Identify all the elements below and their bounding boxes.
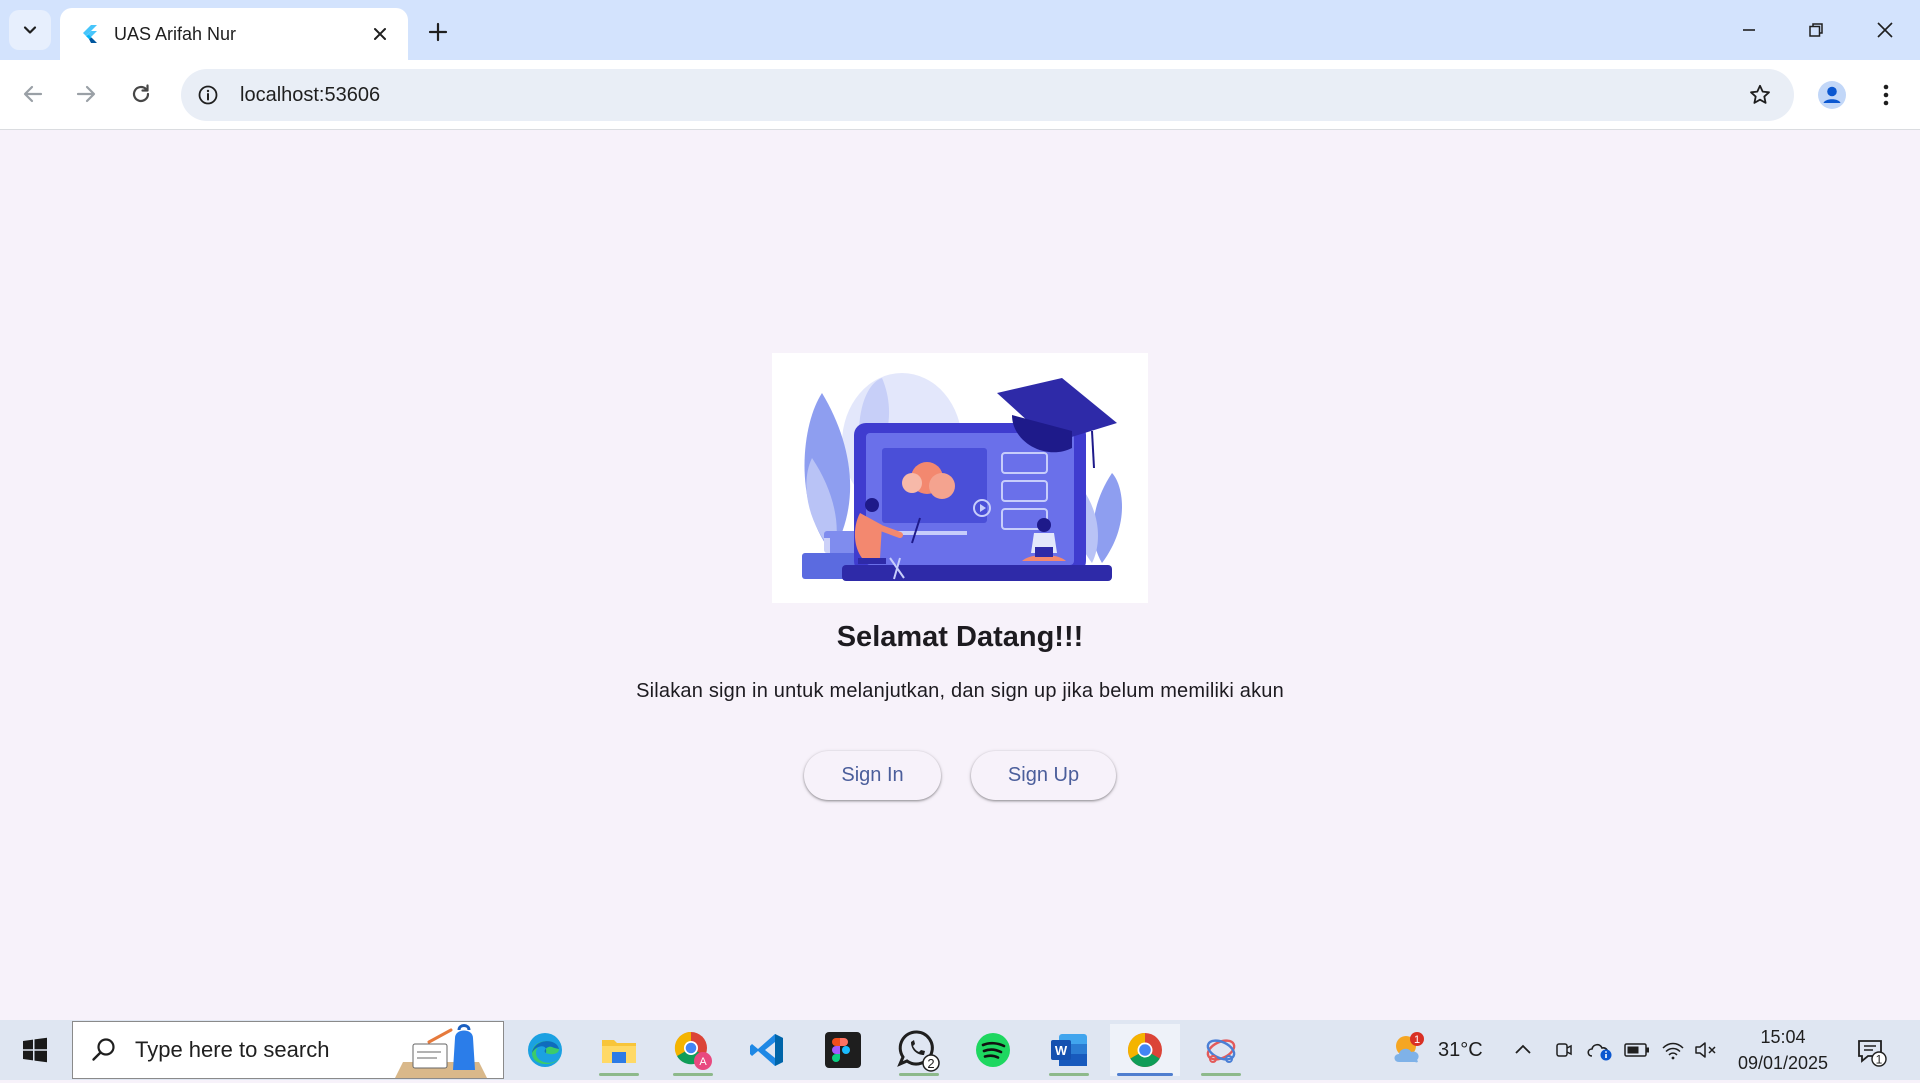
reload-icon — [132, 84, 150, 103]
back-button[interactable] — [13, 74, 53, 114]
notification-center-button[interactable]: 1 — [1852, 1032, 1892, 1072]
notification-icon: 1 — [1858, 1040, 1887, 1067]
bookmark-button[interactable] — [1740, 75, 1780, 115]
taskbar-word[interactable]: W — [1034, 1024, 1104, 1076]
svg-text:1: 1 — [1414, 1034, 1420, 1046]
close-icon — [1877, 22, 1893, 38]
taskbar-vscode[interactable] — [732, 1024, 802, 1076]
person-icon — [1818, 81, 1846, 109]
meet-now-button[interactable] — [1554, 1020, 1574, 1080]
chrome-icon — [1128, 1033, 1162, 1067]
tab-close-button[interactable] — [366, 20, 394, 48]
whatsapp-icon: 2 — [897, 1030, 940, 1072]
browser-menu-button[interactable] — [1866, 75, 1906, 115]
flutter-icon — [78, 23, 100, 45]
battery-icon — [1624, 1043, 1649, 1057]
restore-button[interactable] — [1786, 8, 1846, 52]
clock-date: 09/01/2025 — [1737, 1053, 1829, 1073]
taskbar-whatsapp[interactable]: 2 — [884, 1024, 954, 1076]
weather-widget[interactable]: 1 31°C — [1388, 1020, 1483, 1080]
star-icon — [1750, 84, 1770, 104]
taskbar-search-placeholder: Type here to search — [135, 1037, 330, 1062]
profile-button[interactable] — [1812, 75, 1852, 115]
welcome-subtitle: Silakan sign in untuk melanjutkan, dan s… — [636, 680, 1284, 702]
weather-temperature: 31°C — [1438, 1038, 1483, 1061]
taskbar-file-explorer[interactable] — [584, 1024, 654, 1076]
taskbar-chrome[interactable] — [1110, 1024, 1180, 1076]
minimize-button[interactable] — [1719, 8, 1779, 52]
online-learning-illustration — [802, 373, 1122, 581]
taskbar-clock[interactable]: 15:04 09/01/2025 — [1722, 1024, 1844, 1076]
plus-icon — [428, 22, 448, 42]
clock-time: 15:04 — [1760, 1027, 1806, 1047]
taskbar-search-box[interactable]: Type here to search — [72, 1021, 504, 1079]
search-highlight-icon — [383, 1022, 503, 1078]
reload-button[interactable] — [121, 74, 161, 114]
folder-icon — [602, 1040, 636, 1063]
minimize-icon — [1743, 29, 1755, 31]
onedrive-button[interactable] — [1586, 1020, 1614, 1080]
word-icon: W — [1051, 1034, 1087, 1066]
tab-title: UAS Arifah Nur — [114, 23, 237, 44]
chevron-down-icon — [23, 26, 37, 34]
welcome-title: Selamat Datang!!! — [836, 621, 1084, 653]
start-button[interactable] — [10, 1030, 60, 1070]
arrow-right-icon — [76, 85, 96, 103]
new-tab-button[interactable] — [420, 14, 456, 50]
arrow-left-icon — [23, 85, 43, 103]
snip-icon — [1206, 1039, 1236, 1063]
hero-illustration — [772, 353, 1148, 603]
chrome-profile-icon: A — [674, 1031, 712, 1070]
tab-strip: UAS Arifah Nur — [0, 0, 1920, 60]
camera-icon — [1556, 1043, 1572, 1057]
close-icon — [374, 28, 386, 40]
tab-search-button[interactable] — [9, 10, 51, 50]
windows-taskbar: Type here to search A 2 W 1 31°C 15:04 0… — [0, 1020, 1920, 1080]
close-window-button[interactable] — [1855, 8, 1915, 52]
taskbar-spotify[interactable] — [958, 1024, 1028, 1076]
battery-button[interactable] — [1624, 1020, 1650, 1080]
taskbar-chrome-profile[interactable]: A — [658, 1024, 728, 1076]
address-bar[interactable]: localhost:53606 — [181, 69, 1794, 121]
show-hidden-icons-button[interactable] — [1512, 1020, 1534, 1080]
forward-button[interactable] — [66, 74, 106, 114]
svg-text:2: 2 — [927, 1056, 934, 1071]
svg-text:A: A — [699, 1056, 707, 1068]
sign-in-button[interactable]: Sign In — [804, 751, 941, 800]
sign-up-button[interactable]: Sign Up — [971, 751, 1116, 800]
chevron-up-icon — [1515, 1044, 1531, 1054]
edge-icon — [528, 1033, 562, 1067]
vscode-icon — [750, 1034, 783, 1066]
wifi-button[interactable] — [1661, 1020, 1685, 1080]
taskbar-snipping-tool[interactable] — [1186, 1024, 1256, 1076]
restore-icon — [1809, 23, 1823, 37]
weather-icon: 1 — [1388, 1029, 1430, 1071]
figma-icon — [825, 1032, 861, 1068]
windows-logo-icon — [23, 1037, 47, 1063]
wifi-icon — [1662, 1042, 1684, 1060]
volume-mute-icon — [1695, 1042, 1716, 1058]
more-vert-icon — [1883, 84, 1889, 106]
svg-text:1: 1 — [1876, 1053, 1883, 1067]
browser-tab[interactable]: UAS Arifah Nur — [60, 8, 408, 60]
volume-button[interactable] — [1694, 1020, 1718, 1080]
spotify-icon — [976, 1033, 1010, 1067]
search-icon — [87, 1033, 121, 1067]
browser-toolbar: localhost:53606 — [0, 60, 1920, 130]
url-text[interactable]: localhost:53606 — [240, 84, 1740, 107]
taskbar-edge[interactable] — [510, 1024, 580, 1076]
site-info-button[interactable] — [188, 75, 228, 115]
info-icon — [198, 85, 218, 105]
svg-text:W: W — [1055, 1043, 1068, 1058]
cloud-info-icon — [1587, 1043, 1612, 1061]
page-content: Selamat Datang!!! Silakan sign in untuk … — [0, 131, 1920, 1020]
taskbar-figma[interactable] — [808, 1024, 878, 1076]
